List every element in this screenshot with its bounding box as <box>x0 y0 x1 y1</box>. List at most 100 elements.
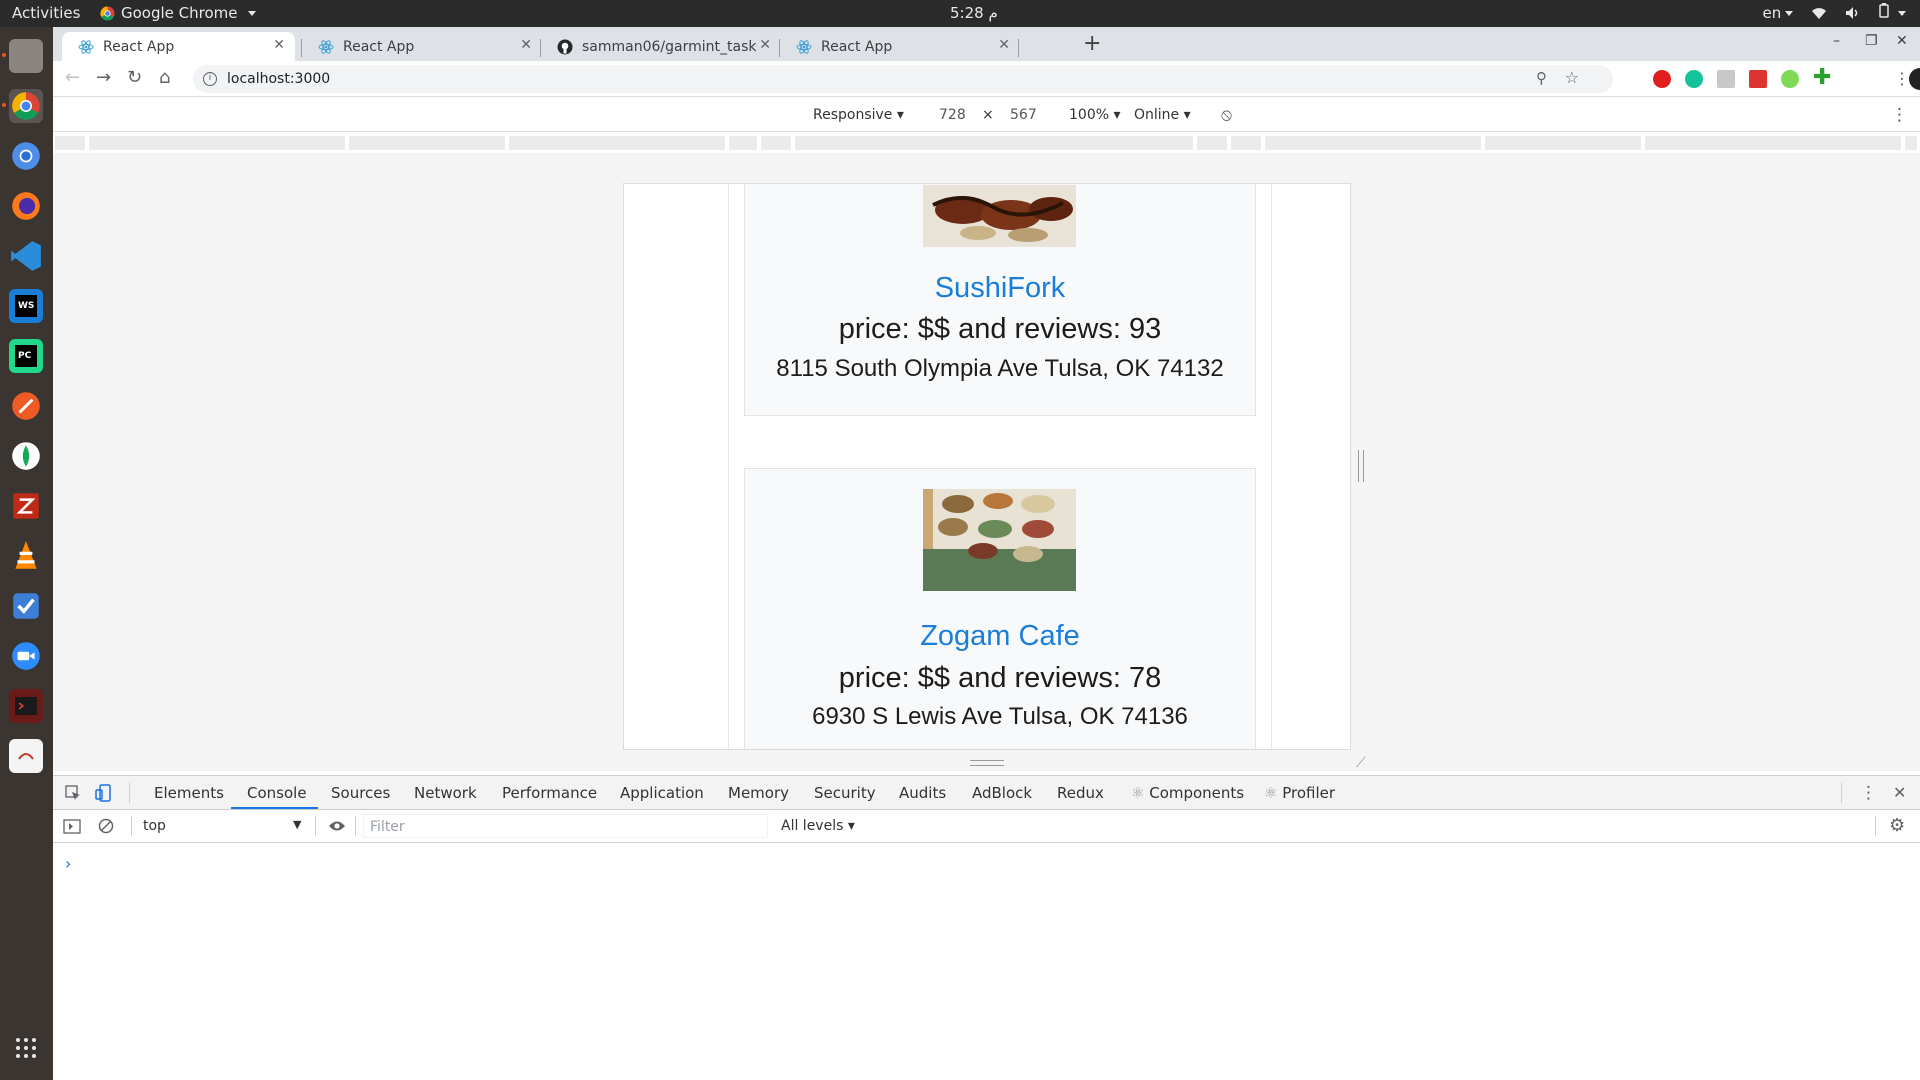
console-prompt[interactable]: › <box>65 854 71 873</box>
width-input[interactable]: 728 <box>939 107 966 123</box>
context-select[interactable]: top <box>143 818 166 834</box>
clock[interactable]: 5:28 م <box>950 4 998 22</box>
emulated-device-screen[interactable]: SushiFork price: $$ and reviews: 93 8115… <box>623 183 1351 750</box>
mail-extension-icon[interactable] <box>1717 70 1735 88</box>
postman-icon[interactable] <box>9 389 43 423</box>
close-devtools-icon[interactable]: ✕ <box>1893 783 1906 802</box>
close-icon[interactable]: ✕ <box>273 37 285 53</box>
info-icon[interactable]: i <box>203 72 217 86</box>
media-query-segment[interactable] <box>1645 136 1901 150</box>
back-icon[interactable]: ← <box>65 67 80 88</box>
plus-extension-icon[interactable]: ✚ <box>1813 67 1831 89</box>
minimize-button[interactable]: – <box>1833 33 1840 49</box>
live-expression-eye-icon[interactable] <box>328 820 346 832</box>
app-menu[interactable]: Google Chrome <box>100 4 256 22</box>
inspect-element-icon[interactable] <box>65 785 81 801</box>
close-icon[interactable]: ✕ <box>998 37 1010 53</box>
bookmark-star-icon[interactable]: ☆ <box>1565 68 1579 87</box>
tab-components[interactable]: ⚛ Components <box>1131 784 1244 802</box>
tab-elements[interactable]: Elements <box>154 784 224 802</box>
media-query-segment[interactable] <box>55 136 85 150</box>
tasks-icon[interactable] <box>9 589 43 623</box>
extension-icon[interactable] <box>1749 70 1767 88</box>
media-query-segment[interactable] <box>729 136 757 150</box>
resize-corner-icon[interactable]: ⟋ <box>1356 755 1366 771</box>
terminal-app-icon[interactable] <box>9 689 43 723</box>
zoom-icon[interactable] <box>9 639 43 673</box>
new-tab-button[interactable]: + <box>1083 31 1101 56</box>
chevron-down-icon[interactable]: ▼ <box>293 818 301 831</box>
close-window-button[interactable]: ✕ <box>1896 33 1908 49</box>
language-indicator[interactable]: en <box>1762 4 1794 22</box>
filezilla-icon[interactable] <box>9 489 43 523</box>
tab-react-app-3[interactable]: React App ✕ <box>780 32 1020 61</box>
media-query-segment[interactable] <box>1265 136 1481 150</box>
device-mode-select[interactable]: Responsive ▾ <box>813 107 904 123</box>
media-query-bar[interactable] <box>53 133 1920 153</box>
media-query-segment[interactable] <box>761 136 791 150</box>
media-query-segment[interactable] <box>89 136 345 150</box>
tab-network[interactable]: Network <box>414 784 477 802</box>
menu-kebab-icon[interactable]: ⋮ <box>1894 69 1910 88</box>
resize-width-handle[interactable] <box>1358 450 1364 482</box>
console-settings-gear-icon[interactable]: ⚙ <box>1889 815 1905 836</box>
files-icon[interactable] <box>9 39 43 73</box>
power-menu[interactable] <box>1879 3 1906 22</box>
zoom-icon[interactable]: ⚲ <box>1536 69 1547 87</box>
grammarly-extension-icon[interactable] <box>1685 70 1703 88</box>
tab-react-app-1[interactable]: React App ✕ <box>62 32 295 61</box>
adblock-extension-icon[interactable] <box>1653 70 1671 88</box>
home-icon[interactable]: ⌂ <box>159 67 170 88</box>
tab-audits[interactable]: Audits <box>899 784 946 802</box>
height-input[interactable]: 567 <box>1010 107 1037 123</box>
device-toggle-icon[interactable] <box>95 784 111 802</box>
console-filter-input[interactable]: Filter <box>363 814 768 838</box>
tab-adblock[interactable]: AdBlock <box>972 784 1032 802</box>
restore-button[interactable]: ❐ <box>1865 33 1878 49</box>
tab-memory[interactable]: Memory <box>728 784 789 802</box>
tab-sources[interactable]: Sources <box>331 784 390 802</box>
clear-console-icon[interactable] <box>98 818 114 834</box>
chrome-dock-icon[interactable] <box>9 89 43 123</box>
tab-redux[interactable]: Redux <box>1057 784 1104 802</box>
show-applications-icon[interactable] <box>9 1031 43 1065</box>
reload-icon[interactable]: ↻ <box>127 67 142 88</box>
tab-application[interactable]: Application <box>620 784 704 802</box>
zoom-select[interactable]: 100% ▾ <box>1069 107 1121 123</box>
webstorm-icon[interactable]: WS <box>9 289 43 323</box>
rotate-icon[interactable]: ⦸ <box>1221 105 1232 125</box>
mongodb-compass-icon[interactable] <box>9 439 43 473</box>
tab-console[interactable]: Console <box>247 784 307 802</box>
tab-react-app-2[interactable]: React App ✕ <box>302 32 542 61</box>
forward-icon[interactable]: → <box>96 67 111 88</box>
media-query-segment[interactable] <box>795 136 1193 150</box>
pycharm-icon[interactable]: PC <box>9 339 43 373</box>
vlc-icon[interactable] <box>9 539 43 573</box>
media-query-segment[interactable] <box>509 136 725 150</box>
close-icon[interactable]: ✕ <box>759 37 771 53</box>
restaurant-name-link[interactable]: SushiFork <box>745 272 1255 305</box>
network-throttle-select[interactable]: Online ▾ <box>1134 107 1191 123</box>
media-query-segment[interactable] <box>1231 136 1261 150</box>
more-options-icon[interactable]: ⋮ <box>1891 105 1908 125</box>
tab-security[interactable]: Security <box>814 784 876 802</box>
activities-button[interactable]: Activities <box>12 4 80 22</box>
log-levels-select[interactable]: All levels ▾ <box>781 818 855 834</box>
text-editor-icon[interactable] <box>9 739 43 773</box>
vscode-icon[interactable] <box>9 239 43 273</box>
media-query-segment[interactable] <box>1197 136 1227 150</box>
resize-height-handle[interactable] <box>970 760 1004 766</box>
avatar[interactable] <box>1909 68 1920 90</box>
media-query-segment[interactable] <box>1485 136 1641 150</box>
sidebar-toggle-icon[interactable] <box>63 819 81 834</box>
tab-performance[interactable]: Performance <box>502 784 597 802</box>
close-icon[interactable]: ✕ <box>520 37 532 53</box>
extension-icon[interactable] <box>1781 70 1799 88</box>
restaurant-name-link[interactable]: Zogam Cafe <box>745 620 1255 653</box>
system-tray[interactable]: en <box>1762 3 1906 22</box>
tab-github-repo[interactable]: samman06/garmint_task ✕ <box>541 32 781 61</box>
address-bar[interactable]: i localhost:3000 ⚲ ☆ <box>193 65 1613 93</box>
media-query-segment[interactable] <box>349 136 505 150</box>
media-query-segment[interactable] <box>1905 136 1917 150</box>
chromium-icon[interactable] <box>9 139 43 173</box>
